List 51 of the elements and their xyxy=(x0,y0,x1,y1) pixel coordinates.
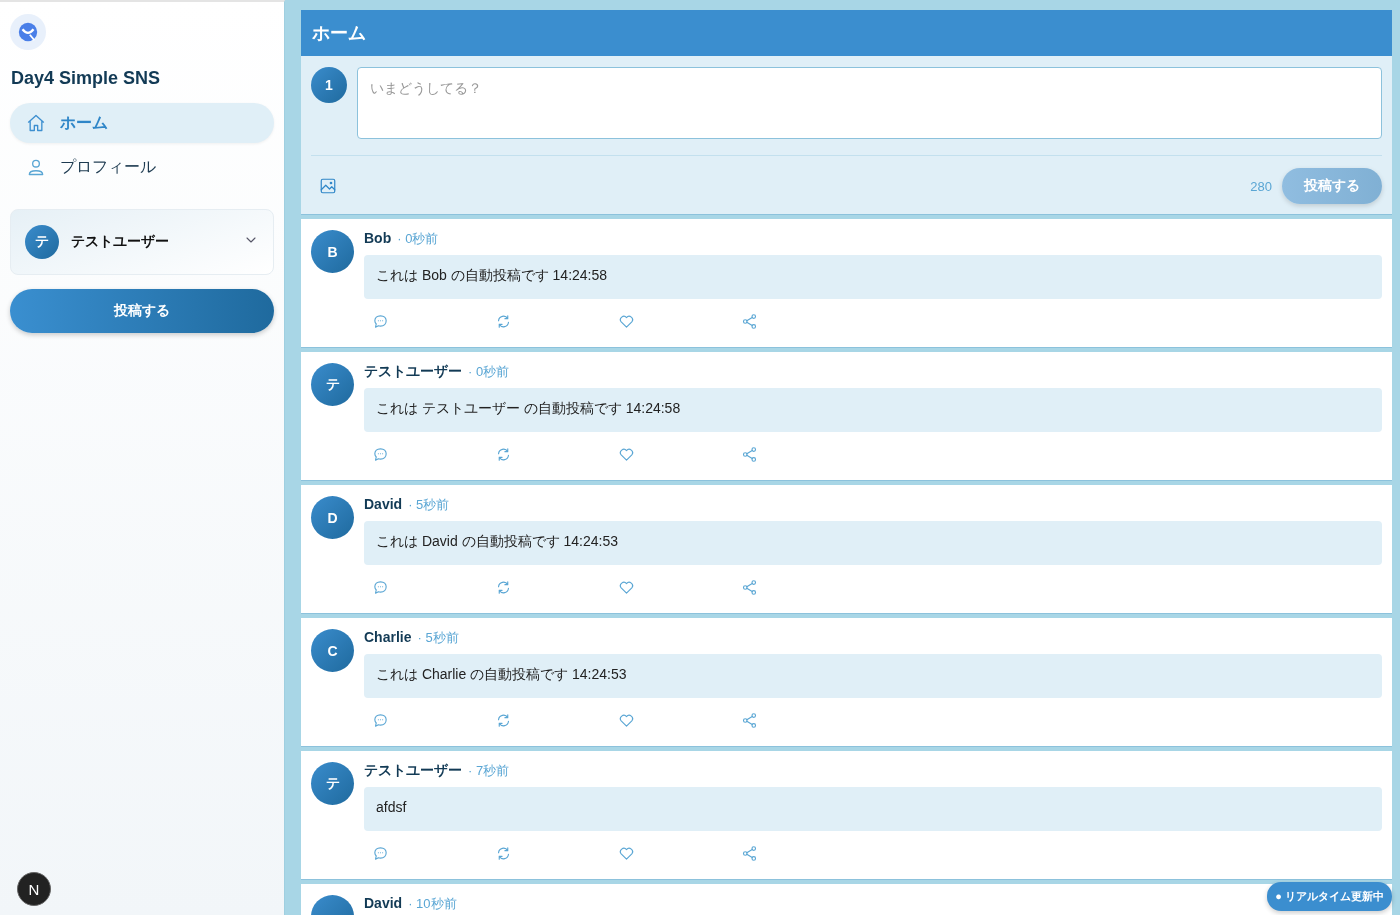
post-time: · 7秒前 xyxy=(468,762,510,780)
refresh-icon xyxy=(495,844,512,862)
speech-bubble-icon xyxy=(372,312,389,330)
post-time: · 5秒前 xyxy=(417,629,459,647)
speech-bubble-icon xyxy=(372,844,389,862)
nav-item[interactable]: プロフィール xyxy=(10,147,274,187)
post-text: これは David の自動投稿です 14:24:53 xyxy=(364,521,1382,565)
share-icon xyxy=(741,312,758,330)
post-text: これは Bob の自動投稿です 14:24:58 xyxy=(364,255,1382,299)
post-author: テストユーザー xyxy=(364,363,462,381)
post-time: · 10秒前 xyxy=(408,895,457,913)
speech-bubble-icon xyxy=(372,445,389,463)
home-icon xyxy=(26,113,46,133)
app-title: Day4 Simple SNS xyxy=(11,68,162,89)
refresh-icon xyxy=(495,312,512,330)
user-avatar: C xyxy=(311,629,354,672)
share-icon xyxy=(741,711,758,729)
user-avatar: テ xyxy=(25,225,59,259)
page-title: ホーム xyxy=(312,22,366,45)
post-button[interactable]: 投稿する xyxy=(10,289,274,333)
post-author: David xyxy=(364,895,403,911)
post-time: · 5秒前 xyxy=(408,496,450,514)
post-time: · 0秒前 xyxy=(468,363,510,381)
post-author: テストユーザー xyxy=(364,762,462,780)
post-author: Bob xyxy=(364,230,392,246)
user-avatar: D xyxy=(311,496,354,539)
user-avatar: テ xyxy=(311,363,354,406)
account-switcher[interactable]: テ テストユーザー xyxy=(10,209,274,275)
post-text: afdsf xyxy=(364,787,1382,831)
share-icon xyxy=(741,445,758,463)
post-author: Charlie xyxy=(364,629,412,645)
user-avatar: B xyxy=(311,230,354,273)
realtime-status-badge: ● リアルタイム更新中 xyxy=(1267,882,1392,911)
post-text: これは テストユーザー の自動投稿です 14:24:58 xyxy=(364,388,1382,432)
app-logo-icon xyxy=(10,14,46,50)
post-input-field[interactable]: いまどうしてる？ xyxy=(357,67,1382,139)
speech-bubble-icon xyxy=(372,711,389,729)
share-icon xyxy=(741,578,758,596)
user-icon xyxy=(26,157,46,177)
user-avatar: テ xyxy=(311,762,354,805)
post-text: これは Charlie の自動投稿です 14:24:53 xyxy=(364,654,1382,698)
refresh-icon xyxy=(495,711,512,729)
account-name: テストユーザー xyxy=(71,233,170,251)
post-author: David xyxy=(364,496,403,512)
post-time: · 0秒前 xyxy=(397,230,439,248)
refresh-icon xyxy=(495,445,512,463)
share-icon xyxy=(741,844,758,862)
speech-bubble-icon xyxy=(372,578,389,596)
refresh-icon xyxy=(495,578,512,596)
user-avatar: 1 xyxy=(311,67,347,103)
character-count: 280 xyxy=(1250,178,1272,194)
